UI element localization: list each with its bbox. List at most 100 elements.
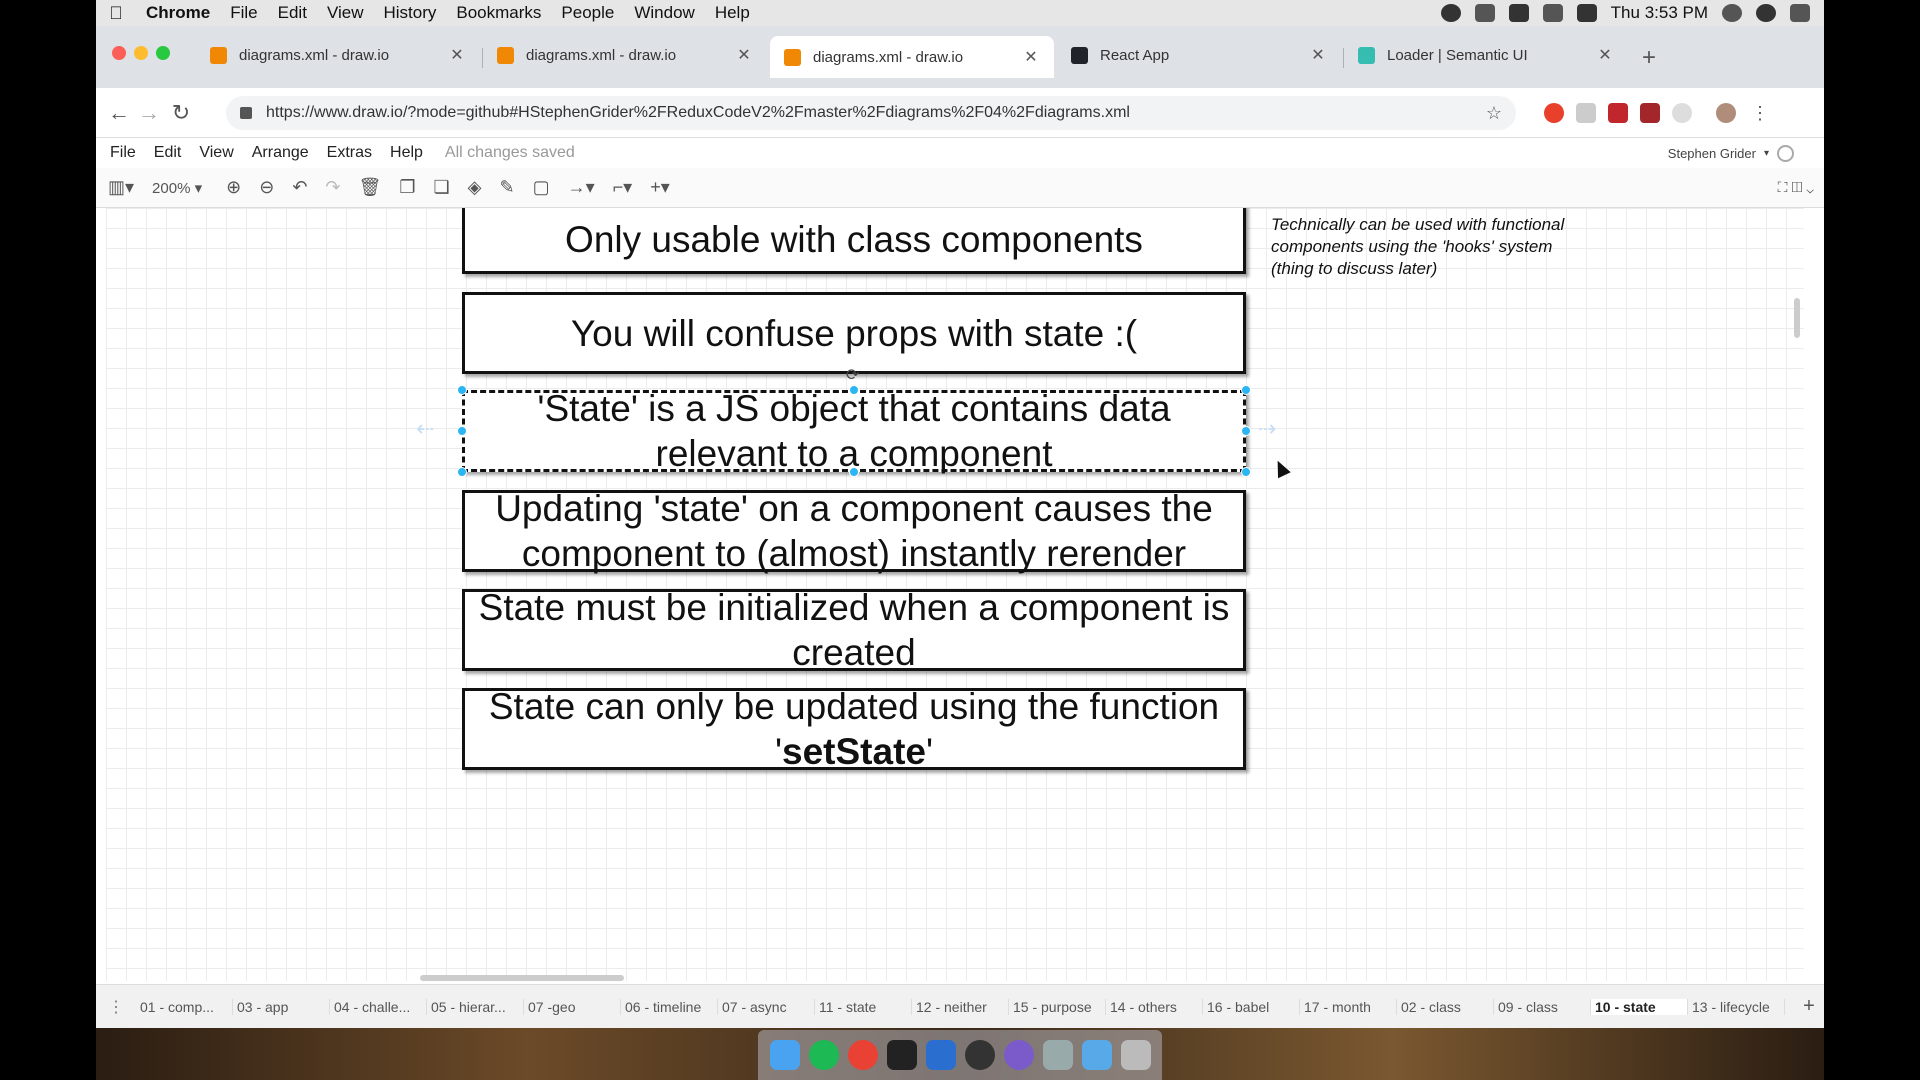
page-tab-active[interactable]: 10 - state: [1591, 998, 1688, 1015]
page-tab[interactable]: 11 - state: [815, 998, 912, 1015]
page-tab[interactable]: 01 - comp...: [136, 998, 233, 1015]
profile-avatar[interactable]: [1716, 103, 1736, 123]
clone-arrow-left-icon[interactable]: ⇠: [416, 416, 434, 442]
image-capture-icon[interactable]: [1042, 1040, 1073, 1070]
resize-handle[interactable]: [1241, 385, 1251, 395]
spotlight-icon[interactable]: [1722, 4, 1742, 22]
user-menu[interactable]: Stephen Grider ▾: [1668, 145, 1794, 162]
resize-handle[interactable]: [457, 426, 467, 436]
new-tab-button[interactable]: +: [1636, 44, 1662, 72]
zoom-out-icon[interactable]: ⊖: [259, 177, 274, 198]
page-tab[interactable]: 15 - purpose: [1009, 998, 1106, 1015]
address-bar[interactable]: https://www.draw.io/?mode=github#HStephe…: [226, 96, 1516, 130]
page-tab[interactable]: 16 - babel: [1203, 998, 1300, 1015]
obs-tray-icon[interactable]: [1440, 4, 1461, 22]
apple-icon[interactable]: : [96, 3, 136, 24]
chrome-menu-icon[interactable]: ⋮: [1750, 103, 1770, 123]
diagram-box-selected[interactable]: 'State' is a JS object that contains dat…: [462, 388, 1246, 474]
spotify-icon[interactable]: [808, 1040, 839, 1070]
terminal-icon[interactable]: [886, 1040, 917, 1070]
feather-app-icon[interactable]: [1003, 1040, 1034, 1070]
browser-tab[interactable]: Loader | Semantic UI ✕: [1344, 36, 1628, 74]
diagram-box[interactable]: State can only be updated using the func…: [462, 686, 1246, 772]
forward-arrow-icon[interactable]: →: [136, 100, 162, 126]
page-tab[interactable]: 05 - hierar...: [427, 998, 524, 1015]
resize-handle[interactable]: [849, 467, 859, 477]
waypoints-icon[interactable]: ⌐▾: [613, 177, 633, 198]
zoom-in-icon[interactable]: ⊕: [226, 177, 241, 198]
drawio-menu-file[interactable]: File: [110, 144, 136, 162]
finder-icon[interactable]: [769, 1040, 800, 1070]
url-text[interactable]: https://www.draw.io/?mode=github#HStephe…: [266, 104, 1486, 122]
page-tab[interactable]: 06 - timeline: [621, 998, 718, 1015]
diagram-box[interactable]: You will confuse props with state :(: [462, 292, 1246, 374]
diagram-box[interactable]: Only usable with class components: [462, 208, 1246, 274]
insert-icon[interactable]: +▾: [650, 177, 670, 198]
page-tab[interactable]: 02 - class: [1397, 998, 1494, 1015]
diagram-box[interactable]: Updating 'state' on a component causes t…: [462, 488, 1246, 574]
annotation-text[interactable]: Technically can be used with functional …: [1271, 214, 1571, 280]
menubar-item-people[interactable]: People: [551, 3, 624, 23]
diagram-canvas[interactable]: Only usable with class components You wi…: [106, 208, 1804, 981]
page-tab[interactable]: 14 - others: [1106, 998, 1203, 1015]
page-tab[interactable]: 09 - class: [1494, 998, 1591, 1015]
extension-icon[interactable]: [1672, 103, 1692, 123]
user-name[interactable]: Stephen Grider: [1668, 146, 1756, 161]
language-globe-icon[interactable]: [1777, 145, 1794, 162]
menubar-item-history[interactable]: History: [373, 3, 446, 23]
menubar-item-edit[interactable]: Edit: [268, 3, 317, 23]
drawio-menu-arrange[interactable]: Arrange: [252, 144, 309, 162]
browser-tab[interactable]: diagrams.xml - draw.io ✕: [196, 36, 480, 74]
menubar-item-help[interactable]: Help: [705, 3, 760, 23]
close-tab-icon[interactable]: ✕: [1596, 45, 1614, 65]
page-tab[interactable]: 07 -geo: [524, 998, 621, 1015]
bookmark-star-icon[interactable]: ☆: [1486, 103, 1502, 124]
resize-handle[interactable]: [1241, 426, 1251, 436]
wifi-icon[interactable]: [1542, 4, 1563, 22]
shadow-icon[interactable]: ▢: [533, 177, 550, 198]
page-tab[interactable]: 04 - challe...: [330, 998, 427, 1015]
vertical-scrollbar[interactable]: [1794, 298, 1800, 338]
to-front-icon[interactable]: ❐: [399, 177, 415, 198]
docker-tray-icon[interactable]: [1508, 4, 1529, 22]
back-arrow-icon[interactable]: ←: [106, 100, 132, 126]
delete-icon[interactable]: 🗑: [359, 177, 382, 198]
trash-icon[interactable]: [1120, 1040, 1151, 1070]
clone-arrow-right-icon[interactable]: ⇢: [1258, 416, 1276, 442]
browser-tab-active[interactable]: diagrams.xml - draw.io ✕: [770, 36, 1054, 78]
battery-icon[interactable]: [1576, 4, 1597, 22]
obs-icon[interactable]: [964, 1040, 995, 1070]
downloads-folder-icon[interactable]: [1081, 1040, 1112, 1070]
horizontal-scrollbar[interactable]: [420, 975, 624, 981]
maximize-window-button[interactable]: [156, 46, 170, 60]
menubar-item-bookmarks[interactable]: Bookmarks: [446, 3, 551, 23]
close-tab-icon[interactable]: ✕: [735, 45, 753, 65]
zoom-select[interactable]: 200% ▾: [152, 179, 202, 197]
css-extension-icon[interactable]: [1576, 103, 1596, 123]
rotate-handle-icon[interactable]: ⟳: [846, 365, 859, 385]
line-color-icon[interactable]: ✎: [499, 177, 514, 198]
resize-handle[interactable]: [457, 467, 467, 477]
add-page-icon[interactable]: +: [1794, 995, 1824, 1018]
page-tab[interactable]: 13 - lifecycle: [1688, 998, 1785, 1015]
close-tab-icon[interactable]: ✕: [1309, 45, 1327, 65]
ublock-extension-icon[interactable]: [1640, 103, 1660, 123]
siri-icon[interactable]: [1756, 4, 1776, 22]
close-tab-icon[interactable]: ✕: [1022, 47, 1040, 67]
close-window-button[interactable]: [112, 46, 126, 60]
page-tab[interactable]: 03 - app: [233, 998, 330, 1015]
redo-icon[interactable]: ↷: [325, 177, 340, 198]
menubar-item-window[interactable]: Window: [624, 3, 704, 23]
vscode-icon[interactable]: [925, 1040, 956, 1070]
resize-handle[interactable]: [849, 385, 859, 395]
to-back-icon[interactable]: ❏: [434, 177, 450, 198]
menubar-clock[interactable]: Thu 3:53 PM: [1611, 3, 1708, 23]
close-tab-icon[interactable]: ✕: [448, 45, 466, 65]
resize-handle[interactable]: [457, 385, 467, 395]
connection-style-icon[interactable]: →▾: [568, 177, 595, 198]
reload-icon[interactable]: ↻: [168, 100, 194, 126]
lastpass-extension-icon[interactable]: [1608, 103, 1628, 123]
chrome-icon[interactable]: [847, 1040, 878, 1070]
drawio-menu-edit[interactable]: Edit: [154, 144, 182, 162]
menubar-item-view[interactable]: View: [317, 3, 374, 23]
